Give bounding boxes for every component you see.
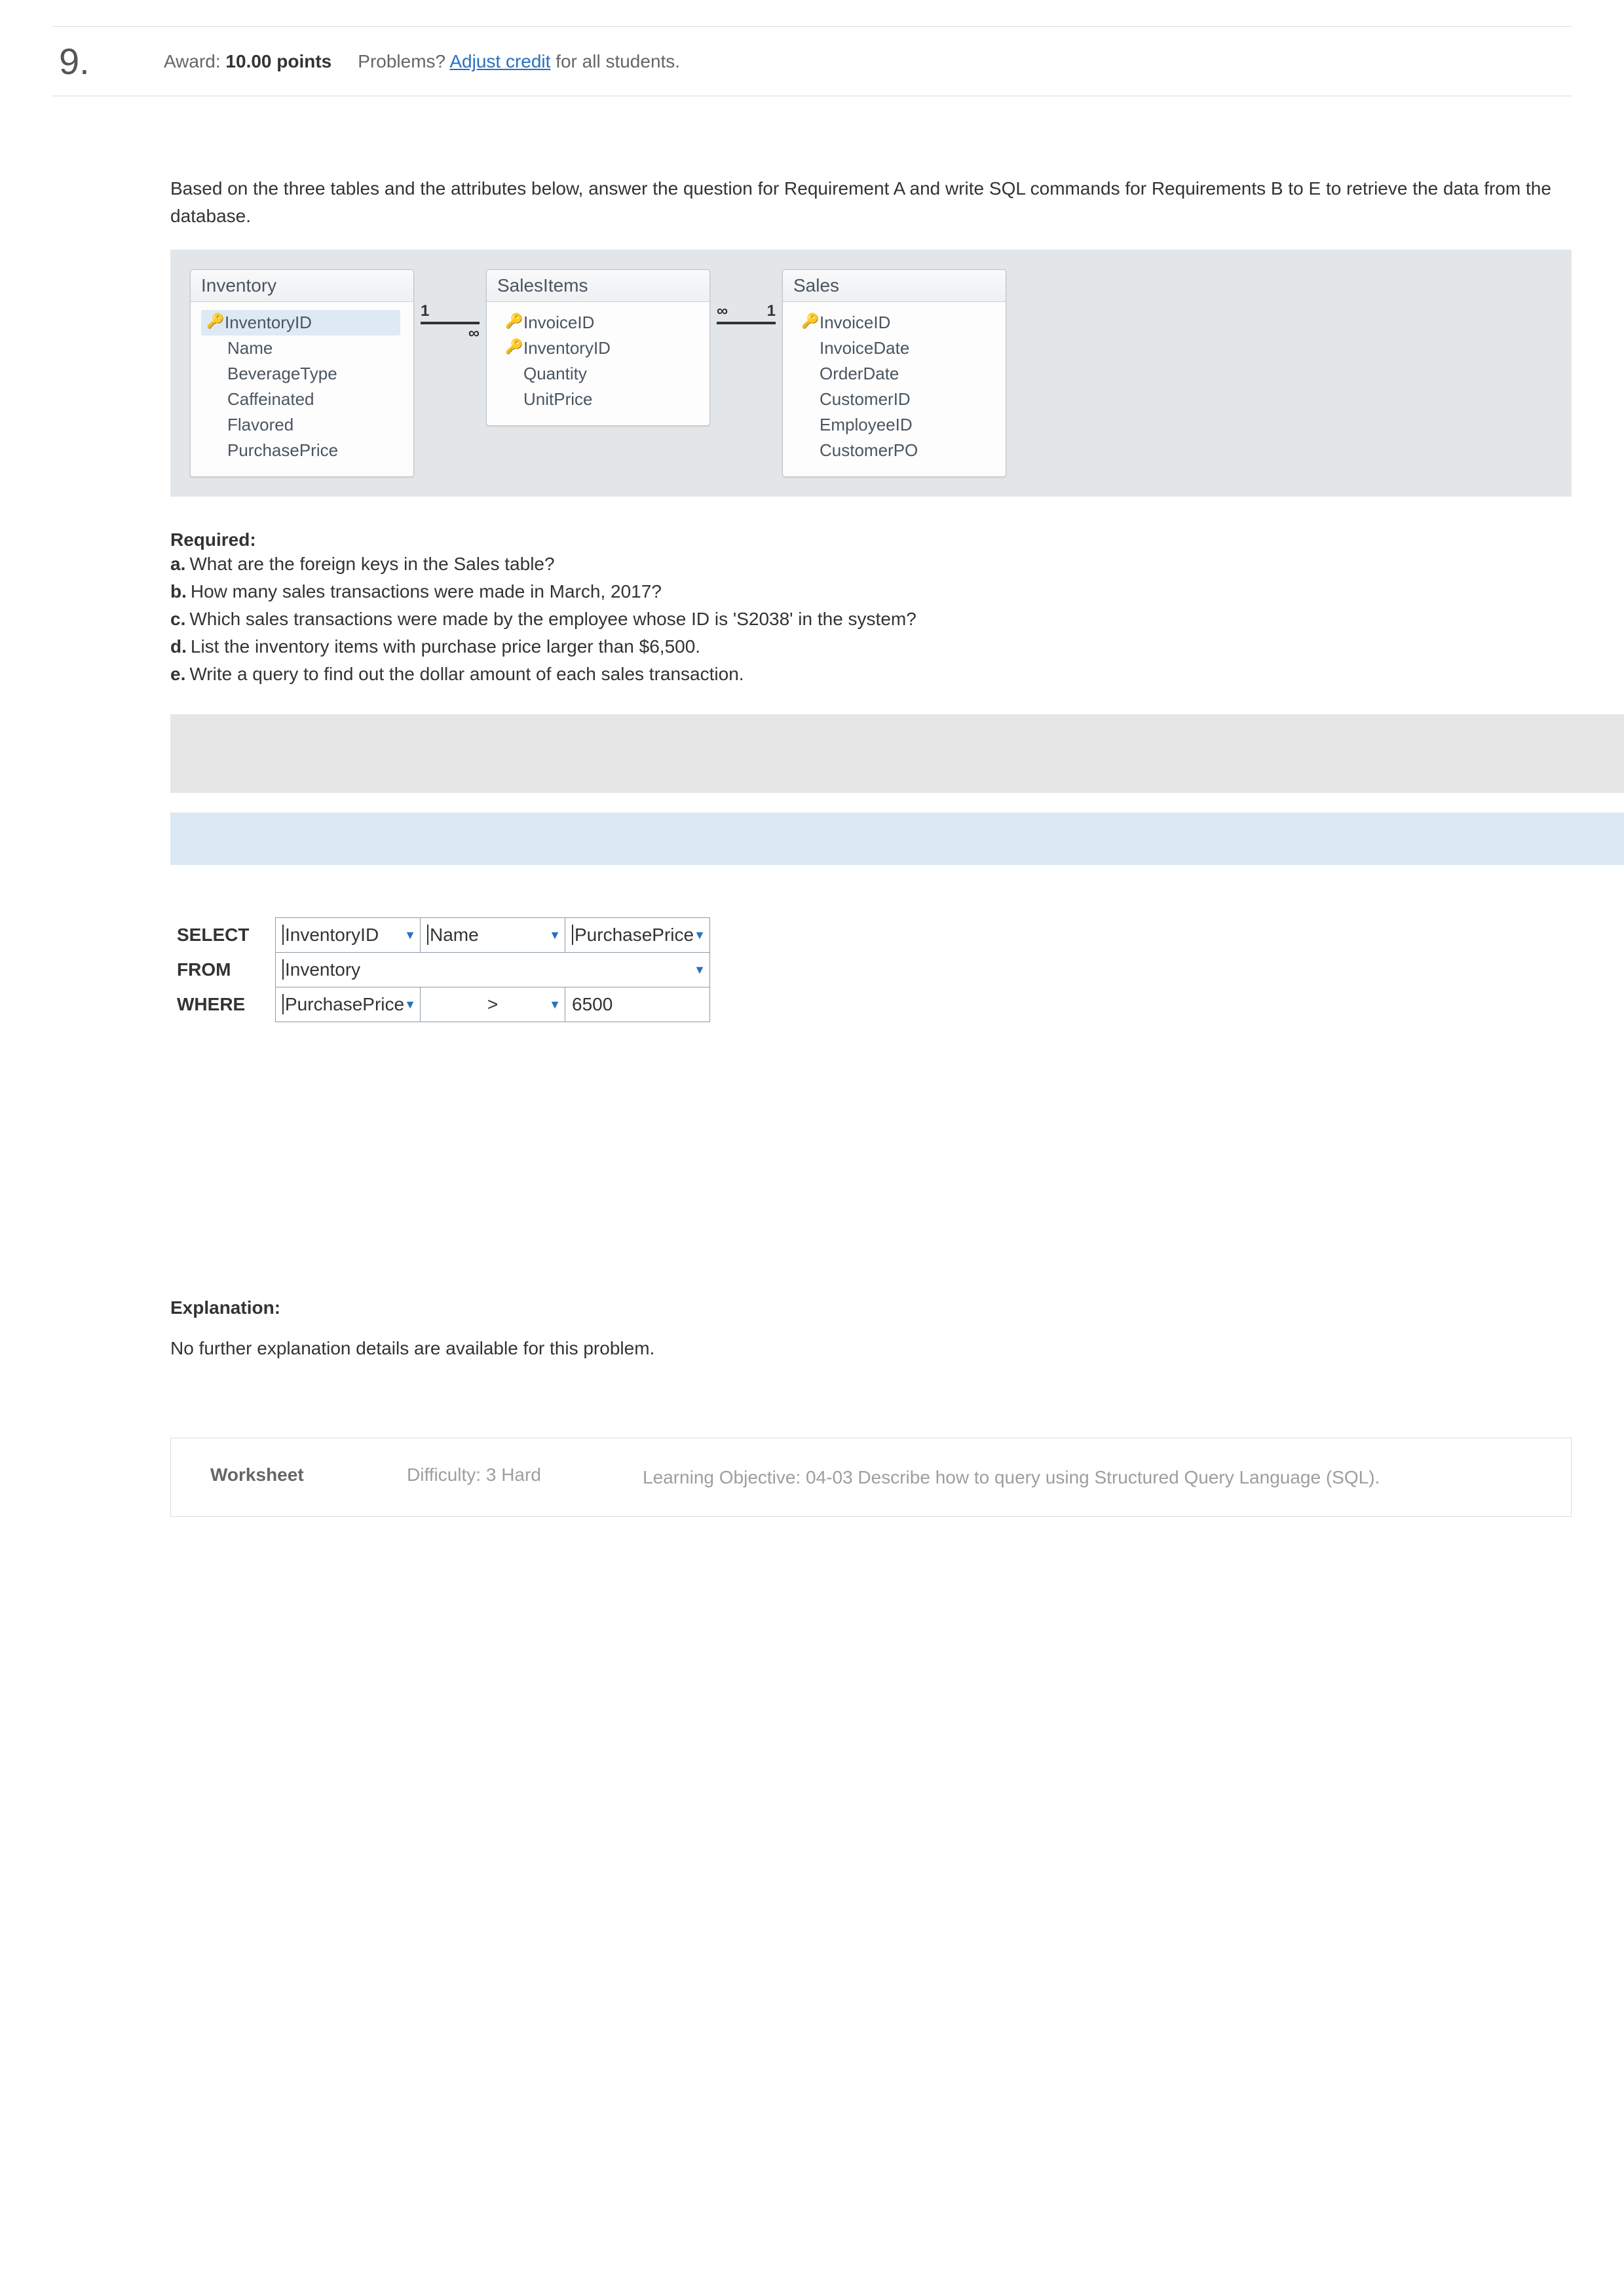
er-diagram: Inventory 🔑InventoryID Name BeverageType… [170,250,1572,497]
where-keyword: WHERE [170,987,276,1022]
relationship-2: ∞1 [710,269,782,324]
chevron-down-icon[interactable]: ▼ [548,928,562,942]
select-field-1[interactable]: InventoryID▼ [276,918,421,953]
select-field-3[interactable]: PurchasePrice▼ [565,918,710,953]
chevron-down-icon[interactable]: ▼ [692,963,707,977]
footer-worksheet: Worksheet [210,1464,368,1490]
select-field-2[interactable]: Name▼ [421,918,565,953]
footer-difficulty: Difficulty: 3 Hard [407,1464,603,1490]
entity-salesitems: SalesItems 🔑InvoiceID 🔑InventoryID Quant… [486,269,710,426]
chevron-down-icon[interactable]: ▼ [692,928,707,942]
key-icon: 🔑 [206,313,224,330]
question-number: 9. [52,40,164,83]
where-value[interactable]: 6500 [565,987,710,1022]
chevron-down-icon[interactable]: ▼ [403,997,417,1012]
select-keyword: SELECT [170,918,276,953]
chevron-down-icon[interactable]: ▼ [548,997,562,1012]
required-list: a.What are the foreign keys in the Sales… [170,550,1572,688]
question-prompt: Based on the three tables and the attrib… [170,175,1572,230]
explanation-text: No further explanation details are avail… [170,1338,1572,1359]
entity-inventory: Inventory 🔑InventoryID Name BeverageType… [190,269,414,477]
problems-text: Problems? Adjust credit for all students… [358,51,680,72]
relationship-1: 1 ∞ [414,269,486,344]
footer-box: Worksheet Difficulty: 3 Hard Learning Ob… [170,1438,1572,1517]
from-field[interactable]: Inventory▼ [276,953,710,987]
where-operator[interactable]: >▼ [421,987,565,1022]
key-icon: 🔑 [505,313,523,330]
key-icon: 🔑 [505,338,523,355]
question-header: 9. Award: 10.00 points Problems? Adjust … [52,26,1572,96]
footer-learning-objective: Learning Objective: 04-03 Describe how t… [643,1464,1532,1490]
explanation-heading: Explanation: [170,1297,1572,1318]
sql-builder: SELECT InventoryID▼ Name▼ PurchasePrice▼… [170,917,710,1022]
key-icon: 🔑 [801,313,819,330]
answer-block-2 [170,813,1624,865]
where-field[interactable]: PurchasePrice▼ [276,987,421,1022]
award-label: Award: 10.00 points [164,51,331,72]
adjust-credit-link[interactable]: Adjust credit [449,51,550,71]
from-keyword: FROM [170,953,276,987]
chevron-down-icon[interactable]: ▼ [403,928,417,942]
entity-sales: Sales 🔑InvoiceID InvoiceDate OrderDate C… [782,269,1006,477]
answer-block-1 [170,714,1624,793]
required-heading: Required: [170,529,1572,550]
